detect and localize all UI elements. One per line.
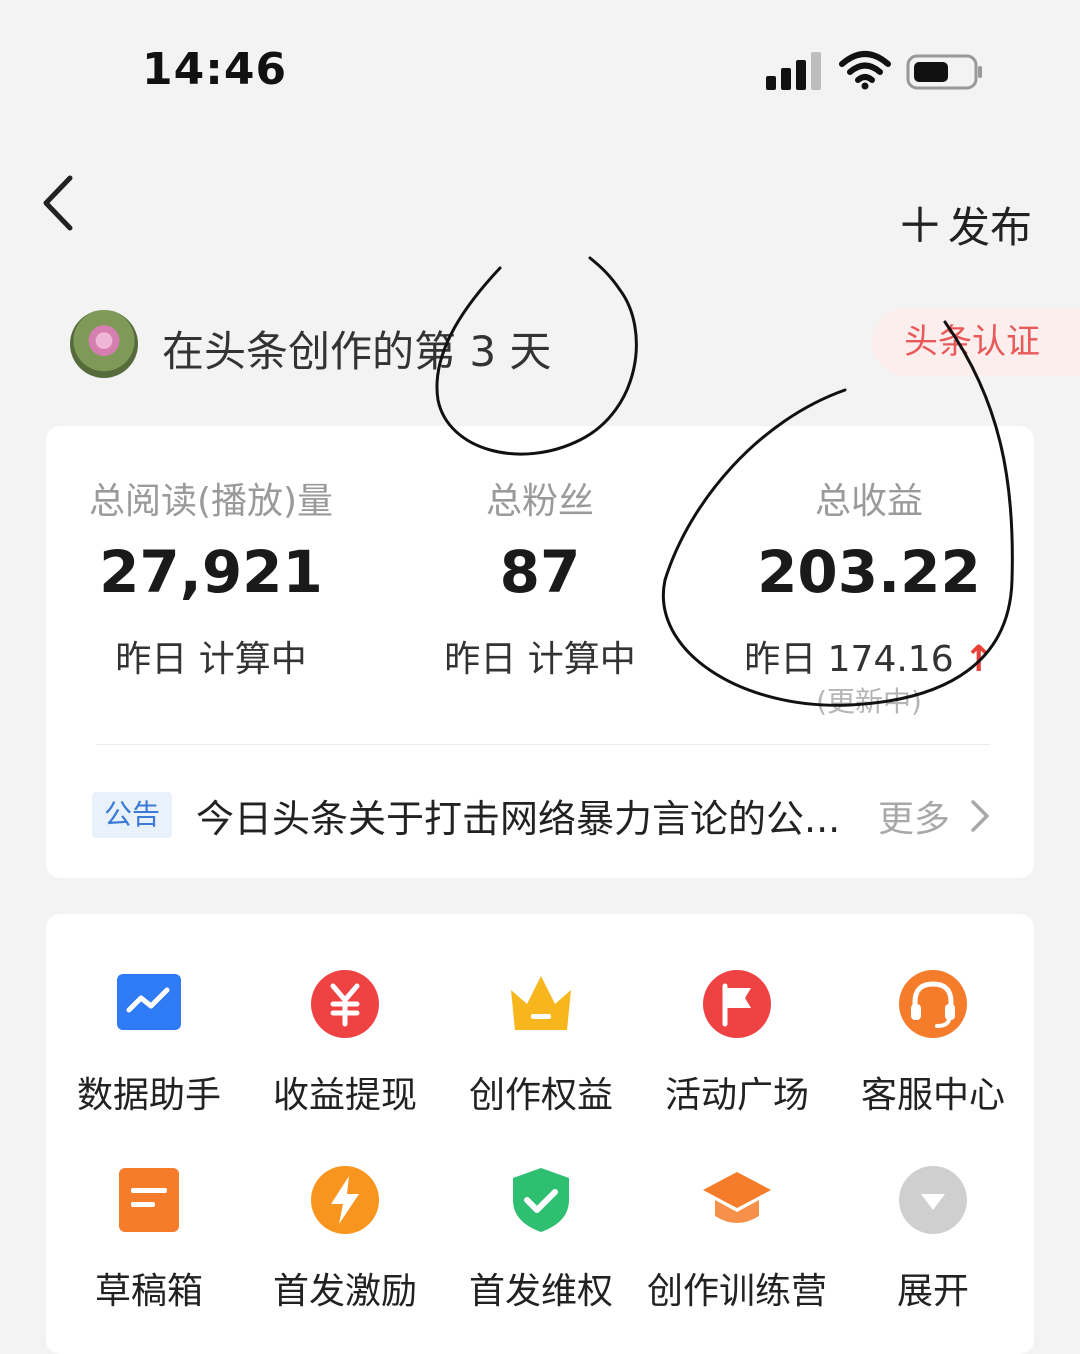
notice-more-link[interactable]: 更多 [878, 790, 950, 842]
trend-up-arrow-icon: ↑ [963, 639, 994, 680]
stat-updating-note: (更新中) [816, 685, 922, 718]
back-chevron-icon[interactable] [40, 172, 80, 234]
stat-value: 203.22 [757, 538, 981, 606]
stat-yesterday: 昨日 计算中 [115, 639, 307, 680]
tool-label: 首发维权 [468, 1271, 613, 1312]
tool-label: 创作训练营 [646, 1271, 827, 1312]
notice-tag: 公告 [92, 792, 172, 838]
stat-value: 87 [499, 538, 581, 606]
lightning-icon [311, 1166, 379, 1234]
plus-icon: ＋ [896, 198, 945, 254]
publish-button[interactable]: ＋发布 [896, 186, 1032, 256]
tool-label: 客服中心 [860, 1075, 1005, 1116]
flag-icon [703, 970, 771, 1038]
graduation-cap-icon [703, 1172, 771, 1223]
tool-label: 数据助手 [76, 1075, 221, 1116]
chart-icon [117, 974, 181, 1030]
tool-label: 创作权益 [468, 1075, 613, 1116]
stat-yesterday-value: 昨日 174.16 [744, 639, 954, 680]
status-time: 14:46 [142, 44, 288, 95]
crown-icon [511, 976, 571, 1030]
tool-label: 首发激励 [272, 1271, 417, 1312]
tool-label: 活动广场 [664, 1075, 809, 1116]
notice-text[interactable]: 今日头条关于打击网络暴力言论的公... [196, 788, 846, 843]
tool-label: 展开 [896, 1271, 969, 1312]
headset-icon [899, 970, 967, 1038]
tool-label: 收益提现 [272, 1075, 417, 1116]
expand-icon [899, 1166, 967, 1234]
stat-label: 总收益 [814, 481, 923, 522]
stats-card: 总阅读(播放)量 27,921 昨日 计算中 总粉丝 87 昨日 计算中 总收益… [46, 426, 1034, 878]
stat-yesterday: 昨日 计算中 [444, 639, 636, 680]
draft-icon [119, 1168, 179, 1232]
battery-icon [906, 54, 982, 90]
wifi-icon [839, 51, 891, 90]
yuan-icon [311, 970, 379, 1038]
cellular-signal-icon [766, 52, 824, 90]
publish-label: 发布 [948, 203, 1033, 252]
stat-value: 27,921 [99, 538, 323, 606]
tools-card: 数据助手 收益提现 创作权益 活动广场 客服中心 草稿箱 首发激励 首发维权 创… [46, 914, 1034, 1354]
chevron-right-icon[interactable] [968, 794, 992, 838]
stat-label: 总粉丝 [485, 481, 594, 522]
stat-label: 总阅读(播放)量 [88, 481, 334, 522]
stat-yesterday: 昨日 174.16 ↑ [704, 630, 1034, 682]
creation-days-text: 在头条创作的第 3 天 [162, 327, 552, 376]
certification-badge[interactable]: 头条认证 [872, 308, 1080, 376]
avatar[interactable] [70, 310, 138, 378]
divider [96, 744, 990, 745]
tool-label: 草稿箱 [94, 1271, 203, 1312]
shield-check-icon [513, 1168, 569, 1232]
